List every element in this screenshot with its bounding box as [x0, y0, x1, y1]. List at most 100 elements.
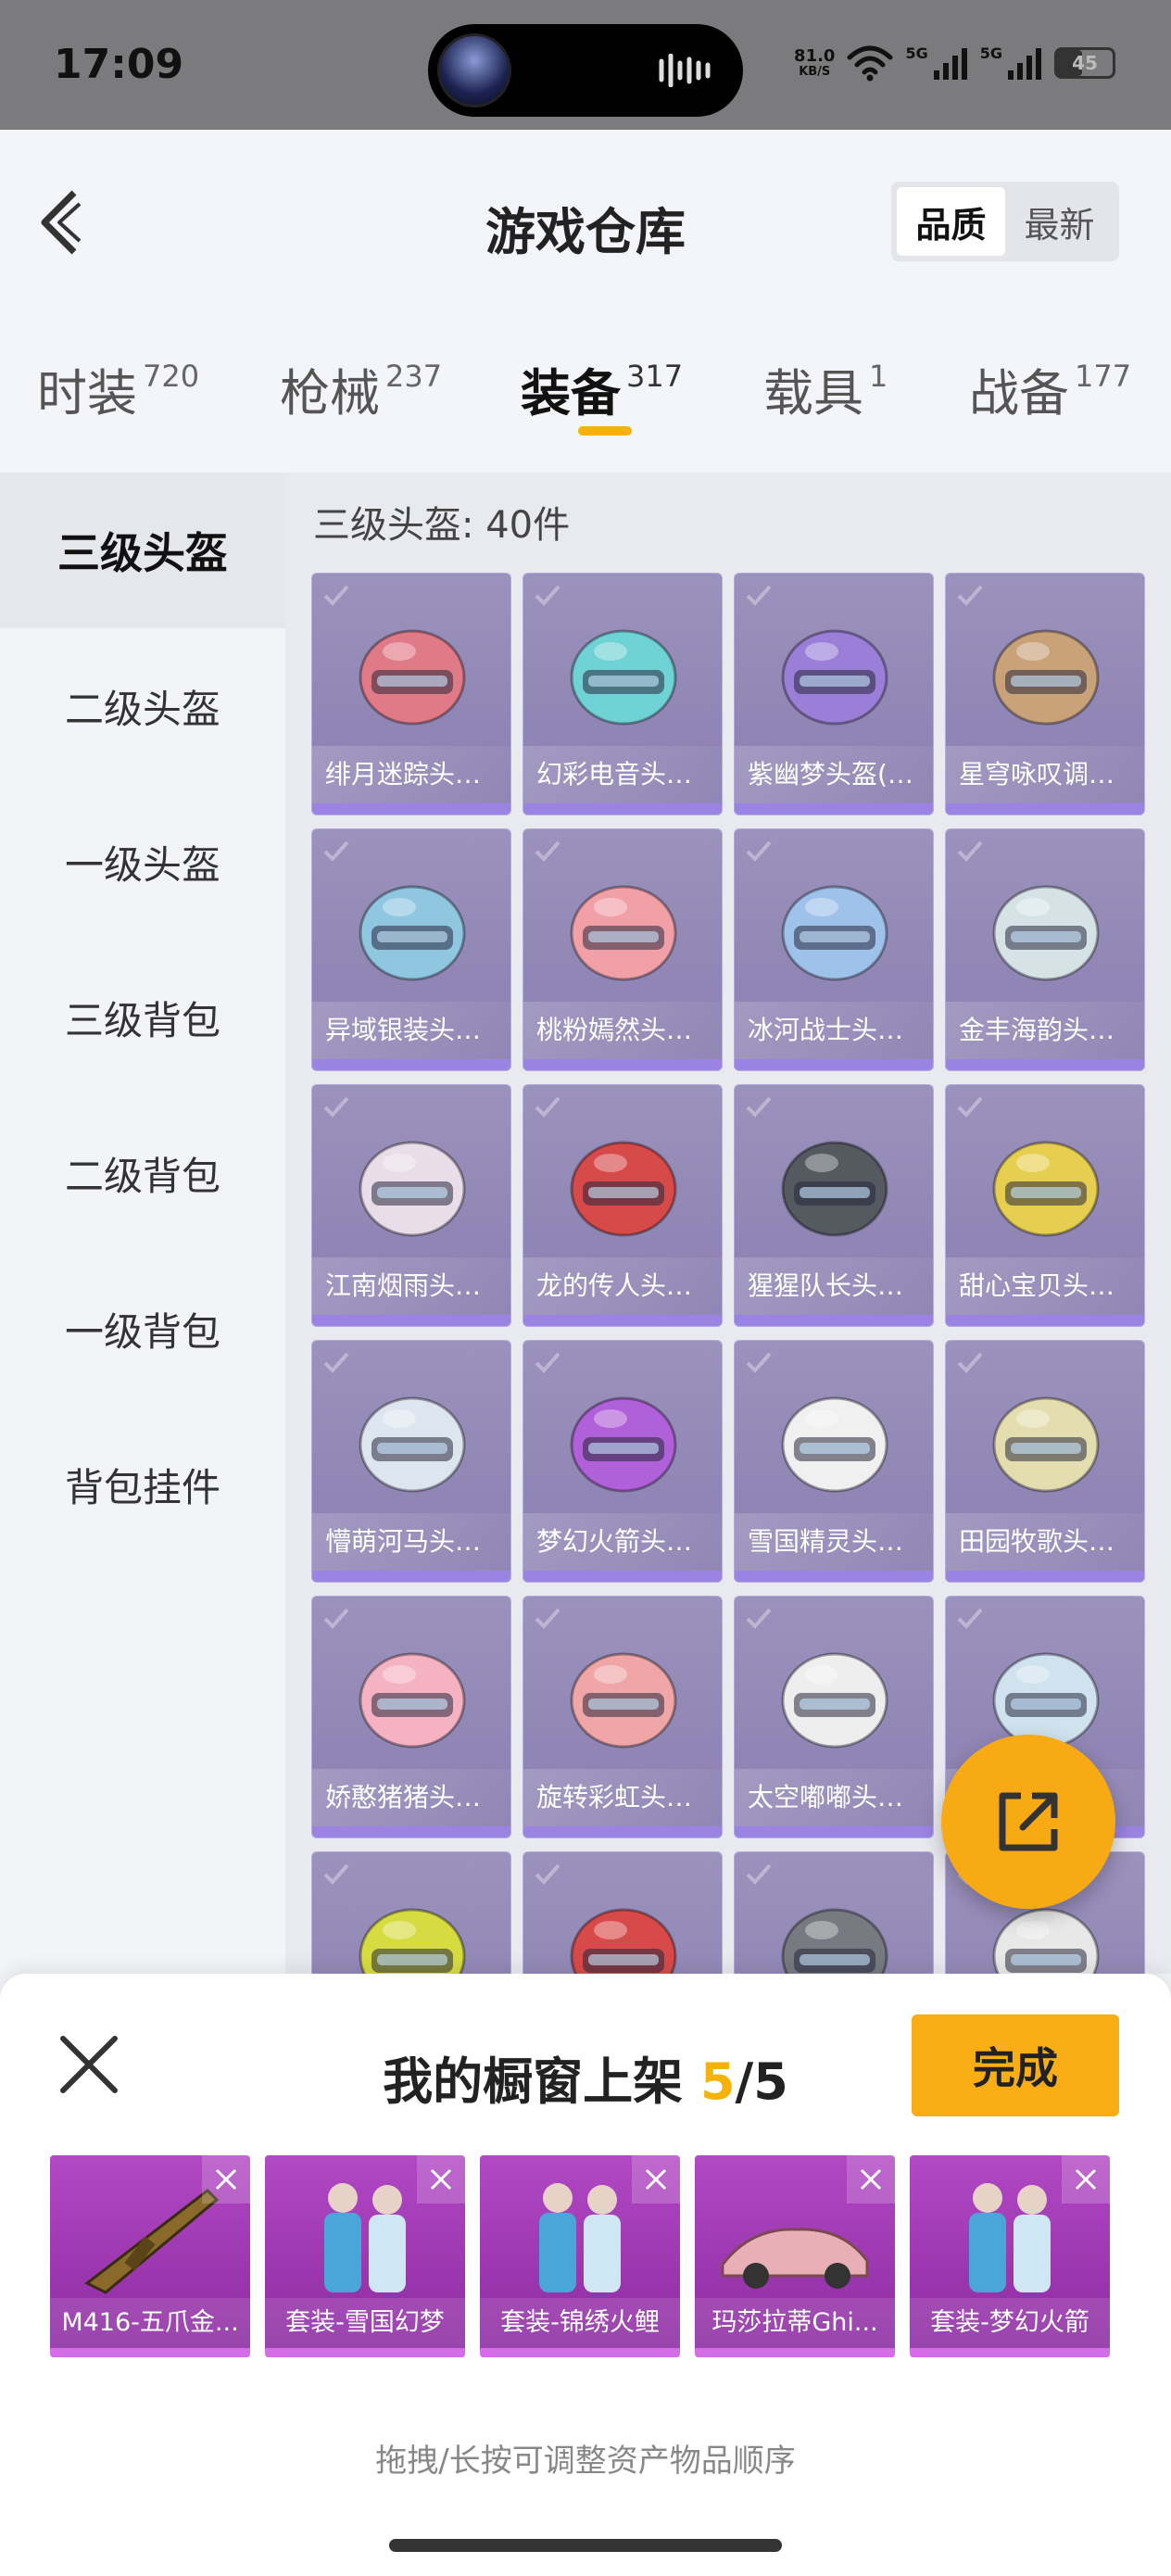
- grid-item[interactable]: 懵萌河马头盔...: [311, 1340, 511, 1583]
- sidebar-item-level1-backpack[interactable]: 一级背包: [0, 1251, 285, 1407]
- item-name: 懵萌河马头盔...: [312, 1513, 510, 1571]
- showcase-item[interactable]: M416-五爪金...: [50, 2155, 250, 2357]
- tab-fashion[interactable]: 时装 720: [37, 352, 199, 425]
- select-check-icon[interactable]: [531, 1091, 564, 1124]
- audio-wave-icon: [659, 54, 711, 87]
- category-tabs: 时装 720 枪械 237 装备 317 载具 1 战备 177: [0, 343, 1171, 454]
- select-check-icon[interactable]: [531, 1602, 564, 1635]
- tab-supplies[interactable]: 战备 177: [969, 352, 1131, 425]
- grid-item[interactable]: 桃粉嫣然头盔...: [523, 828, 723, 1071]
- select-check-icon[interactable]: [531, 1858, 564, 1891]
- done-button[interactable]: 完成: [912, 2014, 1119, 2116]
- tab-guns[interactable]: 枪械 237: [280, 352, 442, 425]
- sidebar-item-backpack-charm[interactable]: 背包挂件: [0, 1407, 285, 1562]
- select-check-icon[interactable]: [742, 1858, 775, 1891]
- select-check-icon[interactable]: [742, 579, 775, 612]
- item-name: 星穹咏叹调头...: [946, 746, 1144, 803]
- select-check-icon[interactable]: [531, 1346, 564, 1380]
- select-check-icon[interactable]: [742, 1602, 775, 1635]
- grid-item[interactable]: 旋转彩虹头盔...: [523, 1596, 723, 1838]
- rarity-bar: [735, 1059, 933, 1070]
- item-name: 娇憨猪猪头盔...: [312, 1769, 510, 1826]
- grid-item[interactable]: 娇憨猪猪头盔...: [311, 1596, 511, 1838]
- grid-item[interactable]: 幻彩电音头盔...: [523, 573, 723, 815]
- select-check-icon[interactable]: [742, 835, 775, 868]
- wifi-icon: [847, 45, 893, 82]
- select-check-icon[interactable]: [320, 1091, 353, 1124]
- showcase-item[interactable]: 套装-锦绣火鲤: [480, 2155, 680, 2357]
- select-check-icon[interactable]: [742, 1091, 775, 1124]
- network-speed: 81.0 KB/S: [794, 46, 836, 79]
- remove-item-button[interactable]: [1062, 2155, 1110, 2203]
- sort-by-quality[interactable]: 品质: [897, 187, 1005, 256]
- helmet-icon: [781, 1396, 888, 1493]
- helmet-icon: [359, 629, 466, 726]
- dynamic-island[interactable]: [428, 24, 743, 117]
- select-check-icon[interactable]: [953, 579, 987, 612]
- sidebar-item-level2-backpack[interactable]: 二级背包: [0, 1095, 285, 1251]
- battery-icon: 45: [1054, 47, 1115, 79]
- grid-item[interactable]: 异域银装头盔...: [311, 828, 511, 1071]
- sidebar-item-level3-helmet[interactable]: 三级头盔: [0, 473, 285, 628]
- grid-item[interactable]: 星穹咏叹调头...: [945, 573, 1145, 815]
- showcase-items: M416-五爪金... 套装-雪国幻梦 套装-锦绣火鲤 玛莎拉蒂Ghi... 套装-梦幻…: [50, 2155, 1125, 2359]
- sidebar-item-level2-helmet[interactable]: 二级头盔: [0, 628, 285, 784]
- share-button[interactable]: [941, 1735, 1115, 1909]
- grid-item[interactable]: 猩猩队长头盔...: [734, 1084, 934, 1327]
- remove-item-button[interactable]: [202, 2155, 250, 2203]
- home-indicator[interactable]: [389, 2539, 782, 2552]
- game-warehouse-screen: 17:09 81.0 KB/S 5G 5G 45 游戏仓库 品质 最新 时装 7…: [0, 0, 1171, 2576]
- active-tab-indicator: [578, 426, 632, 436]
- grid-item[interactable]: 冰河战士头盔...: [734, 828, 934, 1071]
- helmet-icon: [781, 1141, 888, 1237]
- status-time: 17:09: [54, 41, 184, 88]
- grid-item[interactable]: 绯月迷踪头盔...: [311, 573, 511, 815]
- grid-item[interactable]: 金丰海韵头盔...: [945, 828, 1145, 1071]
- select-check-icon[interactable]: [320, 835, 353, 868]
- grid-item[interactable]: 甜心宝贝头盔...: [945, 1084, 1145, 1327]
- grid-item[interactable]: 紫幽梦头盔(3...: [734, 573, 934, 815]
- item-name: 太空嘟嘟头盔...: [735, 1769, 933, 1826]
- remove-item-button[interactable]: [417, 2155, 465, 2203]
- select-check-icon[interactable]: [742, 1346, 775, 1380]
- select-check-icon[interactable]: [531, 835, 564, 868]
- showcase-item[interactable]: 套装-梦幻火箭: [910, 2155, 1110, 2357]
- grid-item[interactable]: 田园牧歌头盔...: [945, 1340, 1145, 1583]
- sidebar-item-level3-backpack[interactable]: 三级背包: [0, 940, 285, 1095]
- select-check-icon[interactable]: [320, 579, 353, 612]
- grid-item[interactable]: 梦幻火箭头盔...: [523, 1340, 723, 1583]
- select-check-icon[interactable]: [320, 1602, 353, 1635]
- grid-item[interactable]: 太空嘟嘟头盔...: [734, 1596, 934, 1838]
- helmet-icon: [570, 1141, 677, 1237]
- select-check-icon[interactable]: [320, 1858, 353, 1891]
- grid-item[interactable]: 雪国精灵头盔...: [734, 1340, 934, 1583]
- select-check-icon[interactable]: [531, 579, 564, 612]
- showcase-item[interactable]: 玛莎拉蒂Ghi...: [695, 2155, 895, 2357]
- helmet-icon: [359, 1141, 466, 1237]
- select-check-icon[interactable]: [953, 1602, 987, 1635]
- sidebar-item-level1-helmet[interactable]: 一级头盔: [0, 784, 285, 940]
- subcategory-sidebar: 三级头盔 二级头盔 一级头盔 三级背包 二级背包 一级背包 背包挂件: [0, 473, 285, 1974]
- item-name: 梦幻火箭头盔...: [523, 1513, 722, 1571]
- tab-equipment[interactable]: 装备 317: [521, 352, 683, 425]
- signal-icon: [933, 48, 967, 80]
- item-name: 猩猩队长头盔...: [735, 1257, 933, 1315]
- showcase-sheet: 我的橱窗上架 5/5 完成 M416-五爪金... 套装-雪国幻梦 套装-锦绣火鲤玛…: [0, 1974, 1171, 2576]
- helmet-icon: [359, 885, 466, 981]
- remove-item-button[interactable]: [847, 2155, 895, 2203]
- grid-item[interactable]: 龙的传人头盔...: [523, 1084, 723, 1327]
- select-check-icon[interactable]: [953, 1091, 987, 1124]
- sort-by-latest[interactable]: 最新: [1005, 187, 1114, 256]
- select-check-icon[interactable]: [953, 835, 987, 868]
- signal-type-2: 5G: [979, 44, 1002, 62]
- close-icon: [860, 2168, 882, 2191]
- remove-item-button[interactable]: [632, 2155, 680, 2203]
- showcase-item[interactable]: 套装-雪国幻梦: [265, 2155, 465, 2357]
- tab-vehicles[interactable]: 载具 1: [763, 352, 888, 425]
- select-check-icon[interactable]: [953, 1346, 987, 1380]
- grid-item[interactable]: 江南烟雨头盔...: [311, 1084, 511, 1327]
- rarity-bar: [735, 1315, 933, 1326]
- status-bar: 17:09 81.0 KB/S 5G 5G 45: [0, 0, 1171, 130]
- item-name: 龙的传人头盔...: [523, 1257, 722, 1315]
- select-check-icon[interactable]: [320, 1346, 353, 1380]
